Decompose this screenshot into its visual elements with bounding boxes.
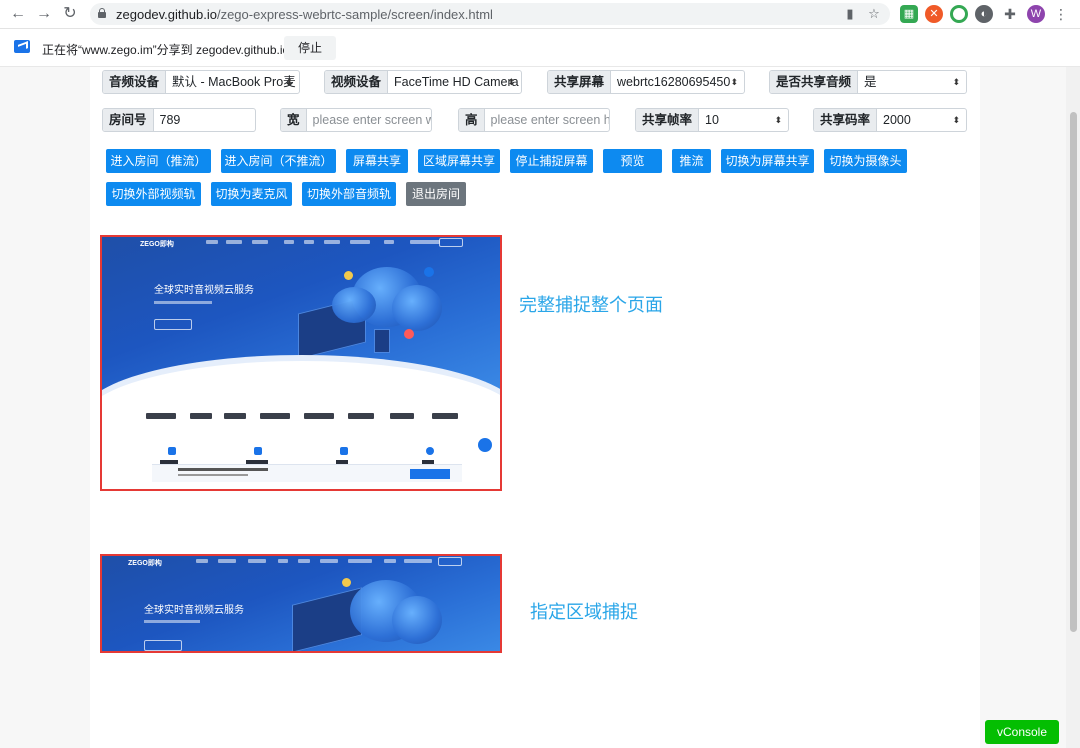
share-screen-select[interactable]: webrtc16280695450 ⬍ <box>611 71 744 93</box>
captured-logo: ZEGO即构 <box>128 560 162 567</box>
room-id-input[interactable]: 789 <box>154 109 255 131</box>
audio-device-label: 音频设备 <box>103 71 167 93</box>
reload-icon[interactable]: ↻ <box>60 4 80 24</box>
height-group: 高 please enter screen height <box>458 108 610 132</box>
stop-capture-button[interactable]: 停止捕捉屏幕 <box>510 149 593 173</box>
captured-footer-banner <box>152 464 462 482</box>
select-caret-icon: ⬍ <box>507 77 515 87</box>
logout-button[interactable]: 退出房间 <box>406 182 466 206</box>
publish-button[interactable]: 推流 <box>672 149 711 173</box>
switch-mic-button[interactable]: 切换为麦克风 <box>211 182 292 206</box>
extension-x-icon[interactable]: ✕ <box>925 5 943 23</box>
video-device-label: 视频设备 <box>325 71 389 93</box>
lock-icon <box>98 8 106 18</box>
share-audio-label: 是否共享音频 <box>770 71 859 93</box>
audio-device-value: 默认 - MacBook Pro麦 <box>172 75 296 89</box>
bitrate-label: 共享码率 <box>814 109 878 131</box>
profile-avatar[interactable]: W <box>1027 5 1045 23</box>
audio-device-group: 音频设备 默认 - MacBook Pro麦 ⬍ <box>102 70 300 94</box>
switch-external-video-button[interactable]: 切换外部视频轨 <box>106 182 201 206</box>
height-input[interactable]: please enter screen height <box>485 109 609 131</box>
browser-toolbar: ← → ↻ zegodev.github.io/zego-express-web… <box>0 0 1080 29</box>
captured-nav: ZEGO即构 <box>102 556 500 568</box>
captured-logo: ZEGO即构 <box>140 241 174 248</box>
extension-circle-icon[interactable] <box>950 5 968 23</box>
fps-group: 共享帧率 10 ⬍ <box>635 108 789 132</box>
share-message: 正在将“www.zego.im”分享到 zegodev.github.io <box>42 43 290 57</box>
share-screen-label: 共享屏幕 <box>548 71 612 93</box>
bitrate-select[interactable]: 2000 ⬍ <box>877 109 966 131</box>
captured-nav: ZEGO即构 <box>102 237 500 249</box>
captured-chat-icon <box>478 438 492 452</box>
room-id-group: 房间号 789 <box>102 108 256 132</box>
left-gutter <box>0 67 90 748</box>
fps-select[interactable]: 10 ⬍ <box>699 109 788 131</box>
region-capture-preview: ZEGO即构 全球实时音视频云服务 <box>100 554 502 653</box>
width-label: 宽 <box>281 109 307 131</box>
share-audio-group: 是否共享音频 是 ⬍ <box>769 70 967 94</box>
back-icon[interactable]: ← <box>8 4 28 24</box>
switch-camera-button[interactable]: 切换为摄像头 <box>824 149 907 173</box>
select-caret-icon: ⬍ <box>285 77 293 87</box>
url-path: /zego-express-webrtc-sample/screen/index… <box>216 7 493 22</box>
select-caret-icon: ⬍ <box>952 115 960 125</box>
region-share-button[interactable]: 区域屏幕共享 <box>418 149 500 173</box>
full-capture-caption: 完整捕捉整个页面 <box>519 295 663 315</box>
width-input[interactable]: please enter screen width <box>307 109 431 131</box>
select-caret-icon: ⬍ <box>730 77 738 87</box>
fps-label: 共享帧率 <box>636 109 700 131</box>
camera-in-use-icon[interactable]: ▮ <box>842 6 858 22</box>
screen-share-icon <box>14 40 30 53</box>
forward-icon[interactable]: → <box>34 4 54 24</box>
extensions-puzzle-icon[interactable]: ✚ <box>1001 5 1019 23</box>
captured-headline: 全球实时音视频云服务 <box>154 285 254 296</box>
extension-mask-icon[interactable]: ◐ <box>975 5 993 23</box>
right-gutter <box>980 67 1066 748</box>
select-caret-icon: ⬍ <box>952 77 960 87</box>
room-id-label: 房间号 <box>103 109 154 131</box>
share-audio-select[interactable]: 是 ⬍ <box>858 71 966 93</box>
bookmark-star-icon[interactable]: ☆ <box>866 6 882 22</box>
url-text: zegodev.github.io/zego-express-webrtc-sa… <box>116 7 493 22</box>
share-audio-value: 是 <box>864 75 877 89</box>
video-device-value: FaceTime HD Camera <box>394 75 519 89</box>
share-screen-value: webrtc16280695450 <box>617 75 731 89</box>
audio-device-select[interactable]: 默认 - MacBook Pro麦 ⬍ <box>166 71 299 93</box>
region-capture-caption: 指定区域捕捉 <box>530 602 638 622</box>
video-device-select[interactable]: FaceTime HD Camera ⬍ <box>388 71 521 93</box>
video-device-group: 视频设备 FaceTime HD Camera ⬍ <box>324 70 522 94</box>
url-host: zegodev.github.io <box>116 7 217 22</box>
page-scrollbar-thumb[interactable] <box>1070 112 1077 632</box>
screen-share-button[interactable]: 屏幕共享 <box>346 149 408 173</box>
height-label: 高 <box>459 109 485 131</box>
extension-grid-icon[interactable]: ▦ <box>900 5 918 23</box>
login-publish-button[interactable]: 进入房间（推流） <box>106 149 211 173</box>
preview-button[interactable]: 预览 <box>603 149 662 173</box>
stop-sharing-button[interactable]: 停止 <box>284 36 336 60</box>
screen-share-infobar: 正在将“www.zego.im”分享到 zegodev.github.io 停止 <box>0 29 1080 67</box>
captured-hero-banner: ZEGO即构 全球实时音视频云服务 <box>102 556 500 651</box>
select-caret-icon: ⬍ <box>774 115 782 125</box>
full-capture-preview: ZEGO即构 全球实时音视频云服务 <box>100 235 502 491</box>
share-screen-group: 共享屏幕 webrtc16280695450 ⬍ <box>547 70 745 94</box>
switch-screen-button[interactable]: 切换为屏幕共享 <box>721 149 814 173</box>
vconsole-button[interactable]: vConsole <box>985 720 1059 744</box>
bitrate-group: 共享码率 2000 ⬍ <box>813 108 967 132</box>
captured-headline: 全球实时音视频云服务 <box>144 605 244 616</box>
switch-external-audio-button[interactable]: 切换外部音频轨 <box>302 182 396 206</box>
fps-value: 10 <box>705 113 719 127</box>
login-no-publish-button[interactable]: 进入房间（不推流） <box>221 149 336 173</box>
width-group: 宽 please enter screen width <box>280 108 432 132</box>
bitrate-value: 2000 <box>883 113 911 127</box>
address-bar[interactable]: zegodev.github.io/zego-express-webrtc-sa… <box>90 3 890 25</box>
browser-menu-icon[interactable]: ⋮ <box>1052 5 1070 23</box>
